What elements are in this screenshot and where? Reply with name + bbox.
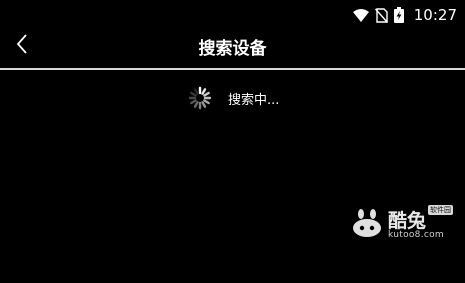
loading-spinner-icon xyxy=(188,86,212,110)
page-title: 搜索设备 xyxy=(198,39,267,59)
status-time: 10:27 xyxy=(413,6,457,24)
searching-indicator: 搜索中... xyxy=(188,86,279,110)
watermark-url: kutoo8.com xyxy=(388,230,444,240)
battery-charging-icon xyxy=(393,7,404,23)
wifi-icon xyxy=(352,8,369,22)
searching-text: 搜索中... xyxy=(228,92,280,108)
title-bar: 搜索设备 xyxy=(0,30,465,68)
no-sim-icon xyxy=(374,7,388,23)
rabbit-logo-icon xyxy=(352,209,384,243)
header-divider xyxy=(0,68,465,70)
watermark-badge: 软件园 xyxy=(428,205,453,215)
screen: 10:27 搜索设备 搜索中... 酷兔 软件园 kutoo8.com xyxy=(0,0,465,283)
status-bar: 10:27 xyxy=(0,0,465,30)
watermark: 酷兔 软件园 kutoo8.com xyxy=(352,205,462,245)
status-icons: 10:27 xyxy=(352,6,457,24)
watermark-name: 酷兔 xyxy=(388,210,427,232)
